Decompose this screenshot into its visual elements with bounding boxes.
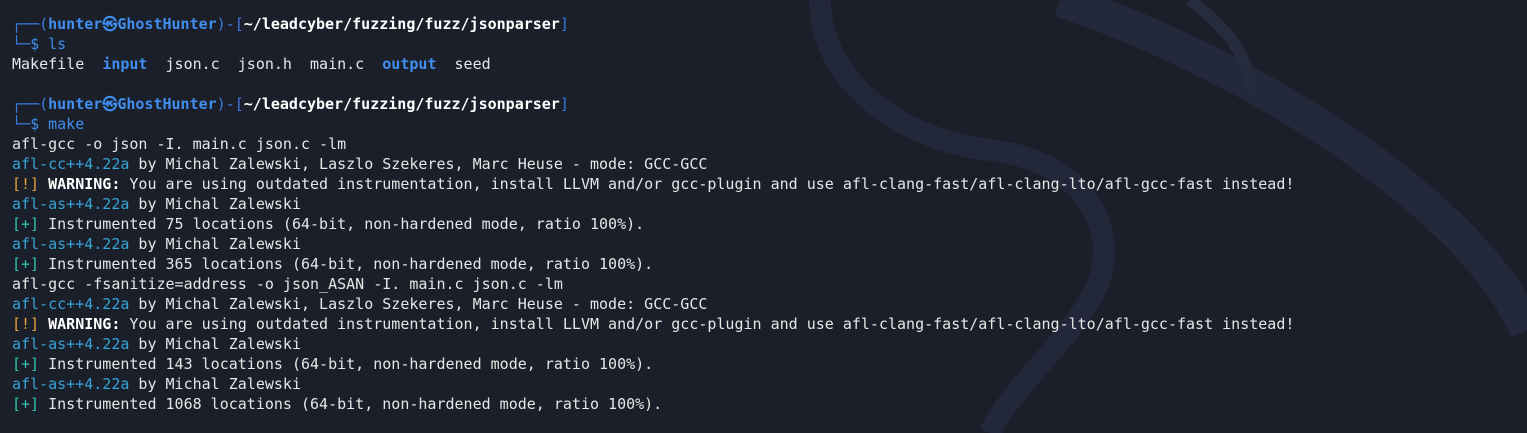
- output-line: afl-cc++4.22a by Michal Zalewski, Laszlo…: [12, 155, 708, 173]
- output-line: afl-as++4.22a by Michal Zalewski: [12, 335, 301, 353]
- instrument-line: [+] Instrumented 365 locations (64-bit, …: [12, 255, 654, 273]
- instrument-line: [+] Instrumented 1068 locations (64-bit,…: [12, 395, 663, 413]
- output-line: afl-as++4.22a by Michal Zalewski: [12, 375, 301, 393]
- dir-entry: output: [382, 55, 437, 73]
- terminal-output: ┌──(hunter㉿GhostHunter)-[~/leadcyber/fuz…: [12, 14, 1294, 414]
- file-entry: Makefile: [12, 55, 85, 73]
- command-line: └─$ ls: [12, 35, 67, 53]
- prompt-dollar: $: [30, 115, 40, 133]
- prompt-cwd: ~/leadcyber/fuzzing/fuzz/jsonparser: [243, 95, 560, 113]
- prompt-user: hunter: [48, 95, 103, 113]
- output-line: afl-cc++4.22a by Michal Zalewski, Laszlo…: [12, 295, 708, 313]
- file-entry: main.c: [310, 55, 365, 73]
- command-text: make: [48, 115, 85, 133]
- warning-line: [!] WARNING: You are using outdated inst…: [12, 315, 1295, 333]
- prompt-at-symbol: ㉿: [102, 95, 118, 113]
- prompt-host: GhostHunter: [117, 95, 217, 113]
- file-entry: seed: [454, 55, 491, 73]
- prompt-dollar: $: [30, 35, 40, 53]
- instrument-line: [+] Instrumented 143 locations (64-bit, …: [12, 355, 654, 373]
- prompt-host: GhostHunter: [117, 15, 217, 33]
- file-entry: json.h: [237, 55, 292, 73]
- prompt-cwd: ~/leadcyber/fuzzing/fuzz/jsonparser: [243, 15, 560, 33]
- output-line: afl-as++4.22a by Michal Zalewski: [12, 235, 301, 253]
- prompt-at-symbol: ㉿: [102, 15, 118, 33]
- output-line: afl-as++4.22a by Michal Zalewski: [12, 195, 301, 213]
- command-line: └─$ make: [12, 115, 85, 133]
- command-text: ls: [48, 35, 67, 53]
- dir-entry: input: [102, 55, 148, 73]
- warning-line: [!] WARNING: You are using outdated inst…: [12, 175, 1295, 193]
- file-entry: json.c: [165, 55, 220, 73]
- ls-output: Makefile input json.c json.h main.c outp…: [12, 54, 1294, 74]
- instrument-line: [+] Instrumented 75 locations (64-bit, n…: [12, 215, 645, 233]
- prompt-line: ┌──(hunter㉿GhostHunter)-[~/leadcyber/fuz…: [12, 95, 569, 113]
- output-line: afl-gcc -fsanitize=address -o json_ASAN …: [12, 275, 563, 293]
- output-line: afl-gcc -o json -I. main.c json.c -lm: [12, 135, 347, 153]
- prompt-line: ┌──(hunter㉿GhostHunter)-[~/leadcyber/fuz…: [12, 15, 569, 33]
- prompt-user: hunter: [48, 15, 103, 33]
